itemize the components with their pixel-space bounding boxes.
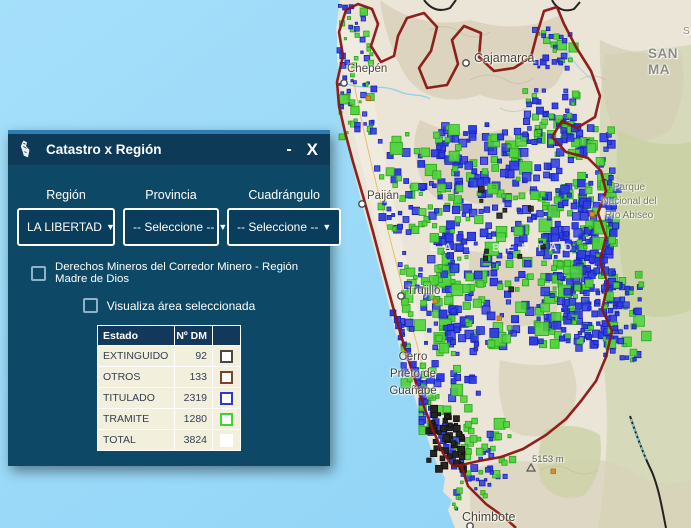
- cell-estado: TOTAL: [98, 430, 175, 451]
- marker-cajamarca: [463, 60, 469, 66]
- cell-ndm: 3824: [175, 430, 213, 451]
- minimize-button[interactable]: -: [286, 142, 291, 158]
- cuadrangulo-label: Cuadrángulo: [227, 188, 341, 202]
- cuadrangulo-dropdown-value: -- Seleccione --: [237, 220, 318, 234]
- cell-estado: TITULADO: [98, 388, 175, 409]
- app-window: Cajamarca Chepén Paiján Trujillo Cerro P…: [0, 0, 691, 528]
- filter-provincia: Provincia -- Seleccione -- ▼: [123, 188, 219, 246]
- table-row: TRAMITE 1280: [98, 409, 241, 430]
- filters-row: Región LA LIBERTAD ▼ Provincia -- Selecc…: [17, 188, 321, 246]
- provincia-dropdown-value: -- Seleccione --: [133, 220, 214, 234]
- filter-cuadrangulo: Cuadrángulo -- Seleccione -- ▼: [227, 188, 341, 246]
- filter-region: Región LA LIBERTAD ▼: [17, 188, 115, 246]
- chevron-down-icon: ▼: [218, 222, 227, 232]
- table-header-row: Estado Nº DM: [98, 326, 241, 346]
- legend-swatch-total: [220, 434, 233, 447]
- estado-table: Estado Nº DM EXTINGUIDO 92 OTROS 133 TI: [97, 325, 241, 451]
- cell-swatch: [213, 430, 241, 451]
- cell-ndm: 133: [175, 367, 213, 388]
- table-row: OTROS 133: [98, 367, 241, 388]
- area-checkbox-row: Visualiza área seleccionada: [8, 298, 330, 313]
- corridor-checkbox-label: Derechos Mineros del Corredor Minero - R…: [55, 261, 322, 285]
- table-row: TITULADO 2319: [98, 388, 241, 409]
- provincia-label: Provincia: [123, 188, 219, 202]
- panel-titlebar[interactable]: Catastro x Región - X: [8, 134, 330, 165]
- region-dropdown[interactable]: LA LIBERTAD ▼: [17, 208, 115, 246]
- header-swatch: [213, 326, 241, 346]
- peru-map-icon: [20, 140, 33, 159]
- marker-chepen: [341, 80, 347, 86]
- cell-estado: TRAMITE: [98, 409, 175, 430]
- marker-trujillo: [398, 293, 404, 299]
- chevron-down-icon: ▼: [322, 222, 331, 232]
- area-checkbox-label: Visualiza área seleccionada: [107, 299, 256, 313]
- legend-swatch-extinguido[interactable]: [220, 350, 233, 363]
- header-estado: Estado: [98, 326, 175, 346]
- chevron-down-icon: ▼: [106, 222, 115, 232]
- legend-swatch-tramite[interactable]: [220, 413, 233, 426]
- cell-swatch: [213, 409, 241, 430]
- close-button[interactable]: X: [307, 141, 318, 158]
- table-row: TOTAL 3824: [98, 430, 241, 451]
- cell-swatch: [213, 388, 241, 409]
- cell-ndm: 1280: [175, 409, 213, 430]
- cell-swatch: [213, 346, 241, 367]
- area-checkbox[interactable]: [83, 298, 98, 313]
- region-label: Región: [17, 188, 115, 202]
- corridor-checkbox-row: Derechos Mineros del Corredor Minero - R…: [31, 261, 322, 285]
- panel-title: Catastro x Región: [46, 142, 162, 157]
- cell-ndm: 92: [175, 346, 213, 367]
- cell-swatch: [213, 367, 241, 388]
- legend-swatch-titulado[interactable]: [220, 392, 233, 405]
- region-dropdown-value: LA LIBERTAD: [27, 220, 102, 234]
- table-row: EXTINGUIDO 92: [98, 346, 241, 367]
- cell-ndm: 2319: [175, 388, 213, 409]
- marker-chimbote: [467, 523, 473, 528]
- marker-paijan: [359, 201, 365, 207]
- corridor-checkbox[interactable]: [31, 266, 46, 281]
- cell-estado: EXTINGUIDO: [98, 346, 175, 367]
- cell-estado: OTROS: [98, 367, 175, 388]
- header-ndm: Nº DM: [175, 326, 213, 346]
- legend-swatch-otros[interactable]: [220, 371, 233, 384]
- cuadrangulo-dropdown[interactable]: -- Seleccione -- ▼: [227, 208, 341, 246]
- catastro-panel: Catastro x Región - X Región LA LIBERTAD…: [8, 130, 330, 466]
- provincia-dropdown[interactable]: -- Seleccione -- ▼: [123, 208, 219, 246]
